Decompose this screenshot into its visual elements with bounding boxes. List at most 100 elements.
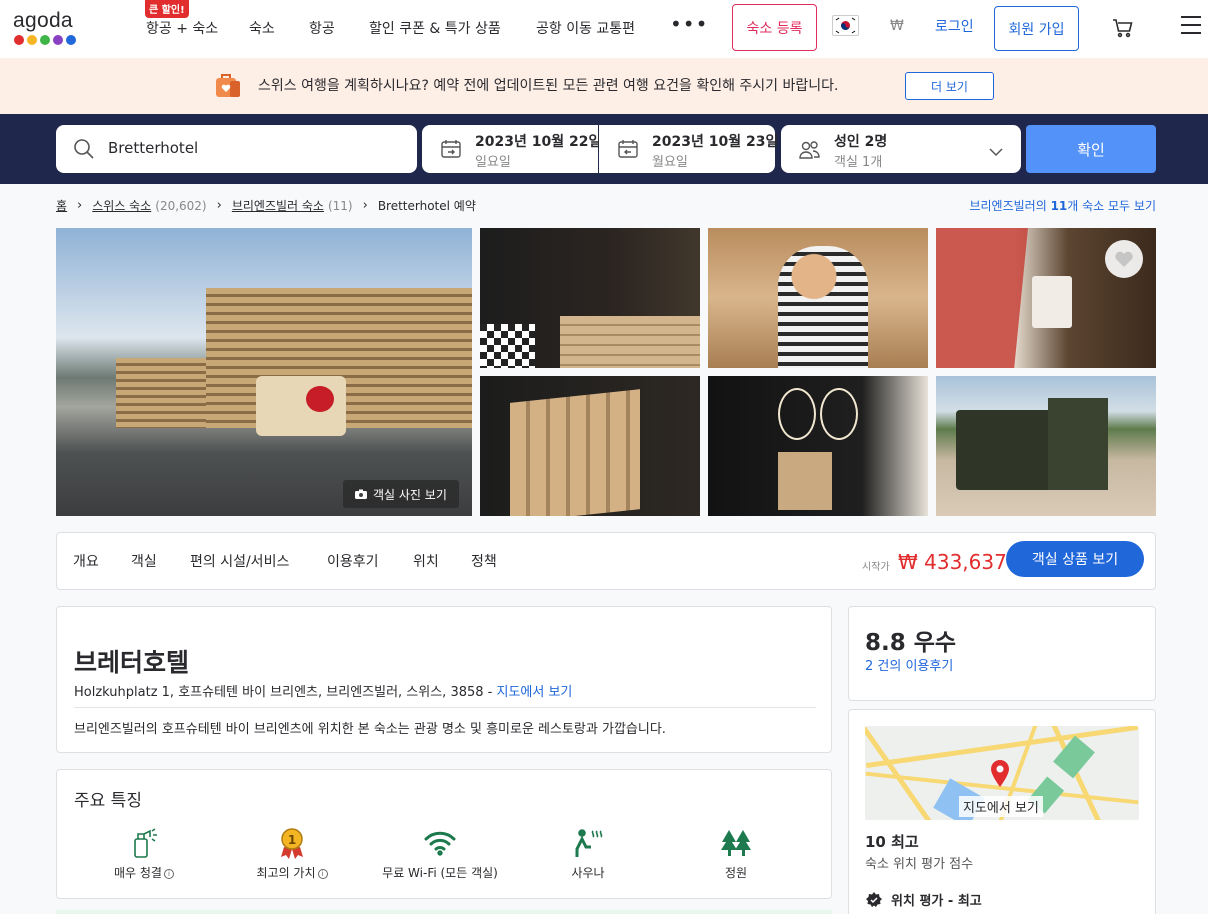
room-count: 객실 1개 xyxy=(834,155,883,170)
hotel-name: 브레터호텔 xyxy=(74,648,190,677)
see-all-properties-link[interactable]: 브리엔즈빌러의 11개 숙소 모두 보기 xyxy=(969,197,1156,214)
reviews-count-link[interactable]: 2 건의 이용후기 xyxy=(865,655,953,674)
feature-label: 사우나 xyxy=(571,866,605,880)
banner-more-button[interactable]: 더 보기 xyxy=(905,72,994,100)
view-on-map-link[interactable]: 지도에서 보기 xyxy=(497,685,573,700)
sauna-icon xyxy=(513,826,663,860)
chevron-right-icon: › xyxy=(216,198,222,213)
breadcrumb-city[interactable]: 브리엔즈빌러 숙소 xyxy=(232,197,324,214)
price-value: ₩ 433,637 xyxy=(898,550,1007,574)
chevron-down-icon xyxy=(989,142,1003,161)
feature-best-value: 1 최고의 가치 i xyxy=(217,826,367,881)
search-confirm-button[interactable]: 확인 xyxy=(1026,125,1156,173)
price-from-label: 시작가 xyxy=(862,562,890,573)
promo-badge: 큰 할인! xyxy=(145,0,189,18)
login-link[interactable]: 로그인 xyxy=(935,16,974,36)
tab-rooms[interactable]: 객실 xyxy=(131,551,157,571)
svg-text:1: 1 xyxy=(288,833,296,847)
korea-flag-icon[interactable] xyxy=(832,15,859,36)
breadcrumb-current: Bretterhotel 예약 xyxy=(377,199,476,213)
medal-icon: 1 xyxy=(217,826,367,860)
travel-notice-banner: 스위스 여행을 계획하시나요? 예약 전에 업데이트된 모든 관련 여행 요건을… xyxy=(0,58,1208,114)
tab-location[interactable]: 위치 xyxy=(413,551,439,571)
playground-train-photo[interactable] xyxy=(936,376,1156,516)
reception-photo[interactable] xyxy=(480,376,700,516)
nav-hotels[interactable]: 숙소 xyxy=(249,18,275,38)
hotel-description: 브리엔즈빌러의 호프슈테텐 바이 브리엔츠에 위치한 본 숙소는 관광 명소 및… xyxy=(74,722,666,737)
cart-icon[interactable] xyxy=(1112,17,1134,43)
feature-label: 무료 Wi-Fi (모든 객실) xyxy=(382,866,498,880)
hotel-address: Holzkuhplatz 1, 호프슈테텐 바이 브리엔츠, 브리엔즈빌러, 스… xyxy=(74,681,572,700)
nav-deals[interactable]: 할인 쿠폰 & 특가 상품 xyxy=(369,18,501,38)
kids-workshop-photo[interactable] xyxy=(708,228,928,368)
breadcrumb-country[interactable]: 스위스 숙소 xyxy=(92,197,151,214)
nav-flights[interactable]: 항공 xyxy=(309,18,335,38)
location-badge-text: 위치 평가 - 최고 xyxy=(891,894,982,909)
trees-icon xyxy=(661,826,811,860)
divider xyxy=(74,707,816,708)
hotel-info-card: 브레터호텔 Holzkuhplatz 1, 호프슈테텐 바이 브리엔츠, 브리엔… xyxy=(56,606,832,753)
destination-search-input[interactable]: Bretterhotel xyxy=(56,125,417,173)
feature-sauna: 사우나 xyxy=(513,826,663,881)
wifi-icon xyxy=(365,826,515,860)
camera-icon xyxy=(355,489,367,499)
search-icon xyxy=(73,138,95,164)
feature-label: 정원 xyxy=(724,866,748,880)
see-all-count: 11 xyxy=(1050,199,1068,213)
feature-garden: 정원 xyxy=(661,826,811,881)
tab-overview[interactable]: 개요 xyxy=(73,551,99,571)
suitcase-heart-icon xyxy=(212,70,242,104)
see-all-prefix: 브리엔즈빌러의 xyxy=(969,199,1051,213)
chevron-right-icon: › xyxy=(77,198,83,213)
nav-flight-hotel[interactable]: 항공 + 숙소 xyxy=(146,18,218,38)
agoda-logo[interactable]: agoda xyxy=(13,9,76,45)
rating-card: 8.8 우수 2 건의 이용후기 xyxy=(848,606,1156,701)
checkin-date: 2023년 10월 22일 xyxy=(475,134,602,150)
location-score: 10 최고 xyxy=(865,833,919,851)
search-bar: Bretterhotel 2023년 10월 22일 일요일 2023년 10월… xyxy=(0,114,1208,184)
feature-very-clean: 매우 청결 i xyxy=(69,826,219,881)
lobby-photo[interactable] xyxy=(480,228,700,368)
search-query: Bretterhotel xyxy=(108,139,199,157)
guests-selector[interactable]: 성인 2명 객실 1개 xyxy=(781,125,1021,173)
next-section-edge xyxy=(56,910,832,914)
checkin-date-field[interactable]: 2023년 10월 22일 일요일 xyxy=(422,125,602,173)
list-property-button[interactable]: 숙소 등록 xyxy=(732,4,817,51)
banner-text: 스위스 여행을 계획하시나요? 예약 전에 업데이트된 모든 관련 여행 요건을… xyxy=(258,78,839,94)
tab-policies[interactable]: 정책 xyxy=(471,551,497,571)
info-icon[interactable]: i xyxy=(163,869,174,879)
view-room-deals-button[interactable]: 객실 상품 보기 xyxy=(1006,541,1144,577)
bathroom-photo[interactable] xyxy=(708,376,928,516)
currency-selector[interactable]: ₩ xyxy=(890,18,904,34)
map-preview[interactable]: 지도에서 보기 xyxy=(865,726,1139,820)
checkin-day: 일요일 xyxy=(475,155,511,170)
guest-count: 성인 2명 xyxy=(834,134,888,150)
features-title: 주요 특징 xyxy=(74,791,142,811)
info-icon[interactable]: i xyxy=(317,869,328,879)
main-hotel-photo[interactable] xyxy=(56,228,472,516)
tab-reviews[interactable]: 이용후기 xyxy=(327,551,379,571)
favorite-heart-icon[interactable] xyxy=(1105,240,1143,278)
checkout-date-field[interactable]: 2023년 10월 23일 월요일 xyxy=(599,125,778,173)
signup-button[interactable]: 회원 가입 xyxy=(994,6,1079,51)
room-photos-button[interactable]: 객실 사진 보기 xyxy=(343,480,459,508)
nav-airport-transfer[interactable]: 공항 이동 교통편 xyxy=(536,18,635,38)
address-text: Holzkuhplatz 1, 호프슈테텐 바이 브리엔츠, 브리엔즈빌러, 스… xyxy=(74,685,497,700)
tab-facilities[interactable]: 편의 시설/서비스 xyxy=(190,551,289,571)
logo-dots xyxy=(14,35,76,45)
people-icon xyxy=(799,140,821,164)
feature-label: 매우 청결 xyxy=(114,866,162,880)
hamburger-menu-icon[interactable] xyxy=(1181,16,1201,40)
view-map-label[interactable]: 지도에서 보기 xyxy=(959,796,1043,817)
chevron-right-icon: › xyxy=(362,198,368,213)
map-pin-icon xyxy=(989,758,1011,792)
breadcrumb: 홈 › 스위스 숙소 (20,602) › 브리엔즈빌러 숙소 (11) › B… xyxy=(56,197,476,214)
logo-text: agoda xyxy=(13,9,73,32)
breadcrumb-home[interactable]: 홈 xyxy=(56,197,67,214)
calendar-icon xyxy=(441,139,461,163)
more-menu-icon[interactable]: ••• xyxy=(670,12,708,36)
section-tab-bar: 개요 객실 편의 시설/서비스 이용후기 위치 정책 시작가 ₩ 433,637… xyxy=(56,532,1156,590)
calendar-icon xyxy=(618,139,638,163)
rating-score: 8.8 우수 xyxy=(865,630,957,656)
checkout-day: 월요일 xyxy=(652,155,688,170)
